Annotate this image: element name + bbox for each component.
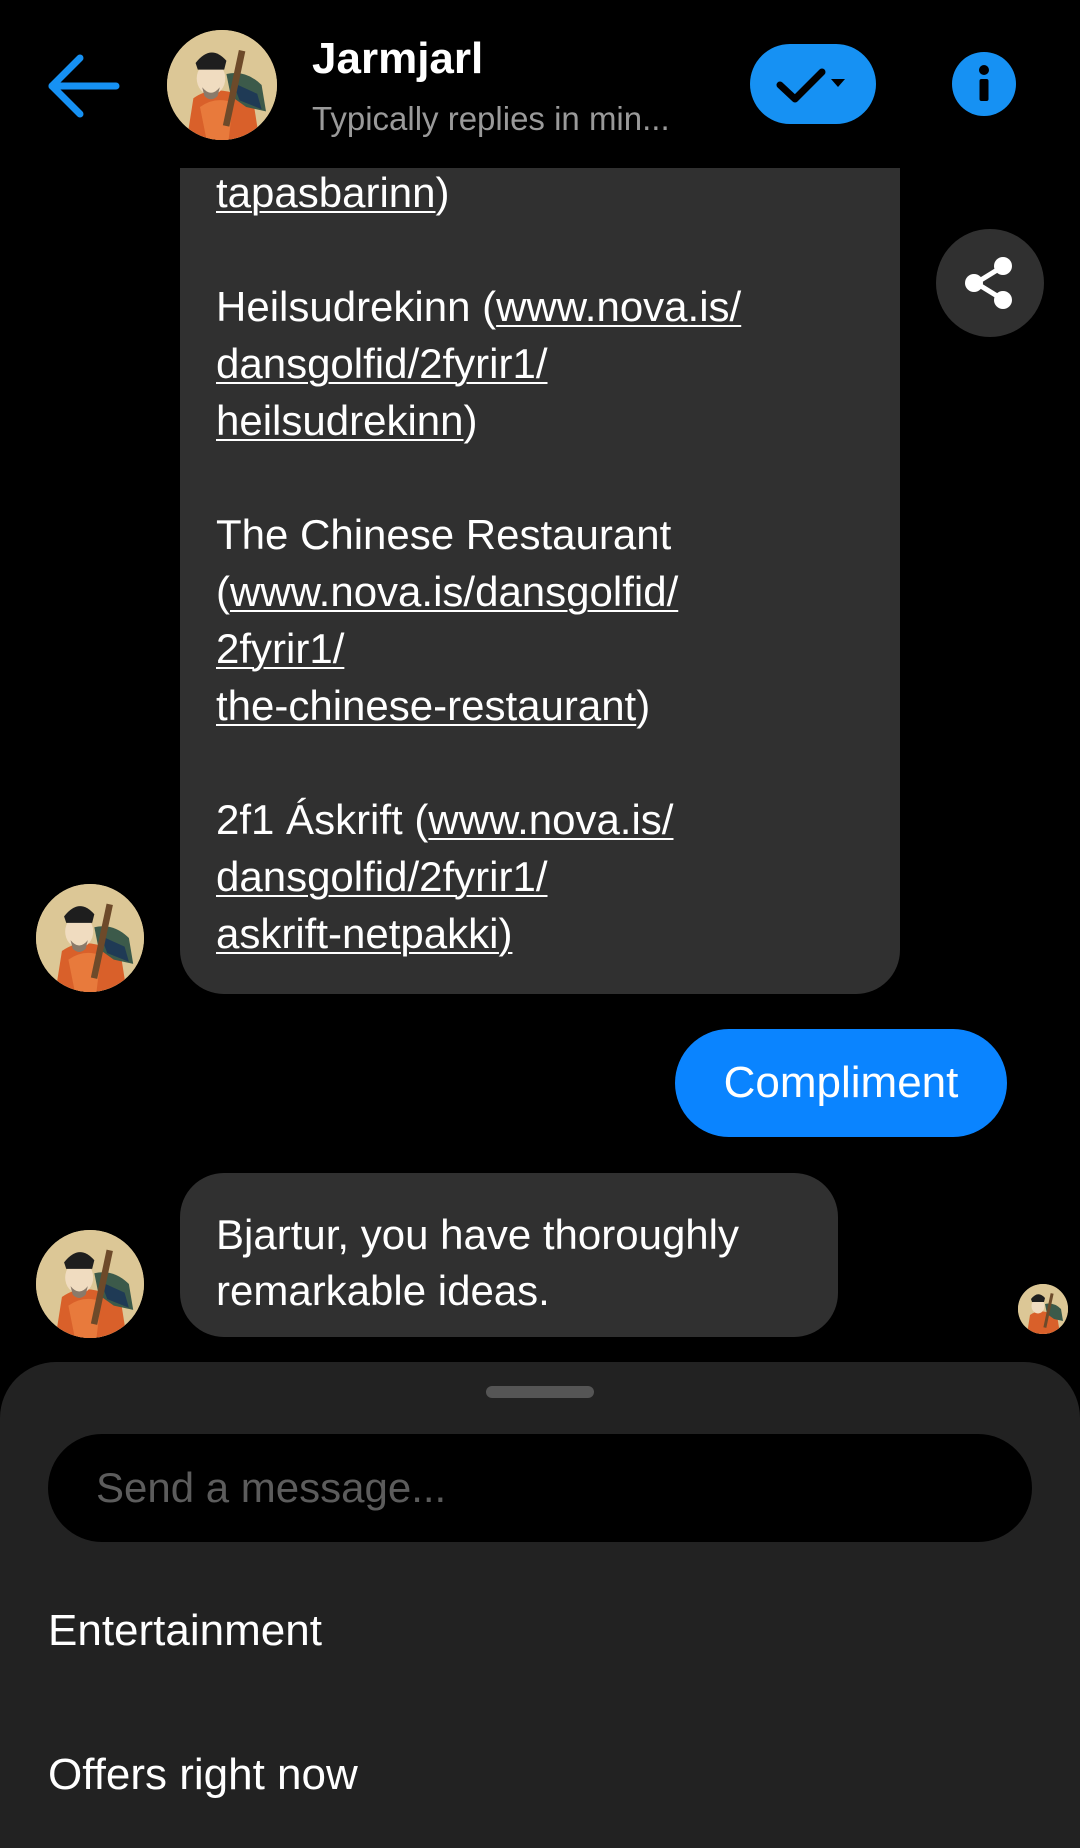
user-message-text: Compliment [723, 1058, 959, 1107]
info-icon [979, 65, 989, 101]
message-input[interactable] [48, 1434, 1032, 1542]
reply-text-line1: Bjartur, you have thoroughly [216, 1211, 739, 1258]
back-button[interactable] [44, 50, 124, 122]
link-askrift-part3[interactable]: askrift-netpakki [216, 910, 498, 957]
seen-indicator-avatar [1018, 1284, 1068, 1334]
sender-avatar[interactable] [36, 884, 144, 992]
link-askrift[interactable]: www.nova.is/ [428, 796, 673, 843]
link-heilsudrekinn-part2[interactable]: dansgolfid/2fyrir1/ [216, 340, 548, 387]
bot-message-bubble-links: tapasbarinn) Heilsudrekinn (www.nova.is/… [180, 110, 900, 994]
venue-name: Heilsudrekinn [216, 283, 471, 330]
share-icon [965, 257, 1012, 309]
mark-done-dropdown-button[interactable] [750, 44, 876, 124]
info-button[interactable] [952, 52, 1016, 116]
link-chinese-restaurant-part3[interactable]: the-chinese-restaurant [216, 682, 636, 729]
link-heilsudrekinn-part3[interactable]: heilsudrekinn [216, 397, 464, 444]
user-message-bubble: Compliment [675, 1029, 1007, 1137]
response-time-status: Typically replies in min... [312, 100, 670, 137]
header-avatar[interactable] [167, 30, 277, 140]
checkmark-dropdown-icon [776, 68, 845, 103]
share-button[interactable] [936, 229, 1044, 337]
link-tapasbarinn[interactable]: tapasbarinn [216, 169, 436, 216]
sender-avatar[interactable] [36, 1230, 144, 1338]
chat-header: Jarmjarl Typically replies in min... [0, 0, 1080, 168]
quick-reply-entertainment[interactable]: Entertainment [48, 1606, 322, 1656]
chat-screen: tapasbarinn) Heilsudrekinn (www.nova.is/… [0, 0, 1080, 1848]
bot-reply-bubble: Bjartur, you have thoroughly remarkable … [180, 1173, 838, 1337]
reply-text-line2: remarkable ideas. [216, 1267, 550, 1314]
contact-name: Jarmjarl [312, 34, 484, 83]
link-chinese-restaurant-part2[interactable]: 2fyrir1/ [216, 625, 344, 672]
arrow-left-icon [48, 54, 120, 118]
composer-sheet: Entertainment Offers right now [0, 1362, 1080, 1848]
venue-name: The Chinese Restaurant [216, 511, 672, 558]
jarl-avatar-icon [36, 1230, 144, 1338]
link-heilsudrekinn[interactable]: www.nova.is/ [496, 283, 741, 330]
jarl-avatar-icon [36, 884, 144, 992]
link-chinese-restaurant[interactable]: www.nova.is/dansgolfid/ [230, 568, 678, 615]
link-askrift-part2[interactable]: dansgolfid/2fyrir1/ [216, 853, 548, 900]
jarl-avatar-icon [1018, 1284, 1068, 1334]
venue-name: 2f1 Áskrift [216, 796, 403, 843]
jarl-avatar-icon [167, 30, 277, 140]
quick-reply-offers[interactable]: Offers right now [48, 1750, 358, 1800]
drag-handle[interactable] [486, 1386, 594, 1398]
